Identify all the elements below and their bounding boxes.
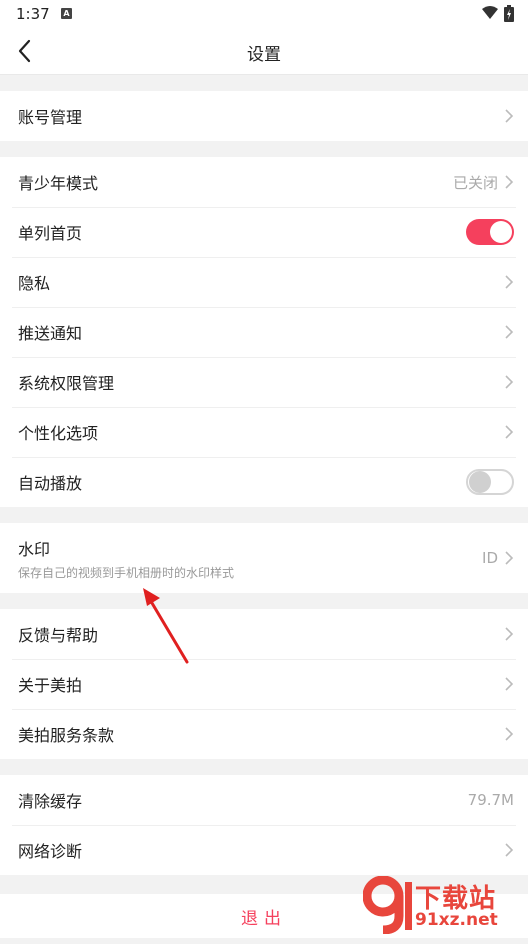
- settings-row-about[interactable]: 关于美拍: [0, 659, 528, 709]
- autoplay-toggle[interactable]: [466, 469, 514, 495]
- row-label: 系统权限管理: [18, 374, 115, 393]
- row-label: 青少年模式: [18, 174, 99, 193]
- site-watermark: 下载站 91xz.net: [359, 874, 524, 936]
- watermark-style-value: ID: [482, 549, 498, 567]
- chevron-right-icon: [505, 551, 514, 565]
- single-column-toggle[interactable]: [466, 219, 514, 245]
- settings-row-autoplay: 自动播放: [0, 457, 528, 507]
- settings-row-teen-mode[interactable]: 青少年模式 已关闭: [0, 157, 528, 207]
- settings-row-clear-cache[interactable]: 清除缓存 79.7M: [0, 775, 528, 825]
- settings-row-watermark[interactable]: 水印 保存自己的视频到手机相册时的水印样式 ID: [0, 523, 528, 593]
- logout-label: 退出: [241, 909, 287, 929]
- watermark-group: 水印 保存自己的视频到手机相册时的水印样式 ID: [0, 523, 528, 593]
- cache-size: 79.7M: [467, 791, 514, 809]
- chevron-right-icon: [505, 325, 514, 339]
- chevron-right-icon: [505, 425, 514, 439]
- row-label: 单列首页: [18, 224, 83, 243]
- toggle-knob: [490, 221, 512, 243]
- row-label: 反馈与帮助: [18, 626, 99, 645]
- chevron-right-icon: [505, 843, 514, 857]
- settings-row-feedback-help[interactable]: 反馈与帮助: [0, 609, 528, 659]
- help-group: 反馈与帮助 关于美拍 美拍服务条款: [0, 609, 528, 759]
- notification-a-icon: A: [61, 8, 72, 19]
- status-time: 1:37: [16, 5, 50, 23]
- teen-mode-status: 已关闭: [452, 173, 498, 192]
- settings-row-privacy[interactable]: 隐私: [0, 257, 528, 307]
- toggle-knob: [469, 471, 491, 493]
- row-label: 美拍服务条款: [18, 726, 115, 745]
- status-bar: 1:37 A: [0, 0, 528, 28]
- row-label: 推送通知: [18, 324, 83, 343]
- row-label: 隐私: [18, 274, 51, 293]
- chevron-right-icon: [505, 375, 514, 389]
- settings-row-single-column-home: 单列首页: [0, 207, 528, 257]
- page-title: 设置: [247, 45, 281, 65]
- wifi-icon: [482, 6, 498, 19]
- chevron-right-icon: [505, 727, 514, 741]
- row-label: 账号管理: [18, 108, 83, 127]
- chevron-right-icon: [505, 175, 514, 189]
- tools-group: 清除缓存 79.7M 网络诊断: [0, 775, 528, 875]
- chevron-right-icon: [505, 275, 514, 289]
- settings-row-push-notifications[interactable]: 推送通知: [0, 307, 528, 357]
- top-bar: 设置: [0, 28, 528, 75]
- settings-row-account[interactable]: 账号管理: [0, 91, 528, 141]
- row-label: 水印: [18, 539, 51, 559]
- account-group: 账号管理: [0, 91, 528, 141]
- chevron-right-icon: [505, 627, 514, 641]
- general-group: 青少年模式 已关闭 单列首页 隐私 推送通知 系统权限管理 个性化选项 自动播放: [0, 157, 528, 507]
- settings-row-system-permissions[interactable]: 系统权限管理: [0, 357, 528, 407]
- battery-icon: [504, 5, 514, 22]
- row-label: 清除缓存: [18, 792, 83, 811]
- site-logo-icon: [363, 876, 412, 934]
- row-label: 个性化选项: [18, 424, 99, 443]
- settings-row-terms[interactable]: 美拍服务条款: [0, 709, 528, 759]
- row-label: 自动播放: [18, 474, 83, 493]
- settings-row-network-diagnosis[interactable]: 网络诊断: [0, 825, 528, 875]
- row-label: 关于美拍: [18, 676, 83, 695]
- annotation-arrow-icon: [143, 588, 189, 664]
- row-label: 网络诊断: [18, 842, 83, 861]
- settings-row-personalization[interactable]: 个性化选项: [0, 407, 528, 457]
- chevron-right-icon: [505, 109, 514, 123]
- watermark-description: 保存自己的视频到手机相册时的水印样式: [18, 565, 235, 580]
- chevron-right-icon: [505, 677, 514, 691]
- watermark-bottom-text: 91xz.net: [415, 910, 498, 930]
